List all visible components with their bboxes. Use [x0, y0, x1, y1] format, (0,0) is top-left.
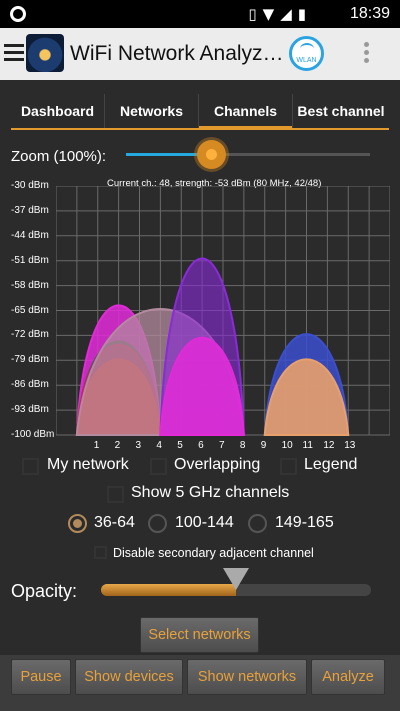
show-devices-button[interactable]: Show devices — [75, 659, 183, 695]
y-tick-label: -100 dBm — [11, 429, 55, 440]
x-tick-label: 9 — [260, 440, 267, 451]
app-bar: WiFi Network Analyz… WLAN — [0, 28, 400, 80]
opacity-slider-thumb[interactable] — [223, 568, 249, 590]
y-tick-label: -30 dBm — [11, 180, 49, 191]
show-5ghz-label: Show 5 GHz channels — [131, 484, 290, 501]
y-tick-label: -51 dBm — [11, 254, 49, 266]
menu-icon[interactable] — [4, 44, 24, 62]
range-36-64-radio[interactable] — [68, 514, 87, 533]
y-tick-label: -72 dBm — [11, 329, 49, 341]
channel-graph — [56, 186, 390, 436]
overlapping-label: Overlapping — [174, 456, 261, 473]
x-tick-label: 3 — [135, 440, 142, 451]
x-tick-label: 5 — [177, 440, 183, 451]
range-149-165-label: 149-165 — [275, 514, 334, 531]
x-tick-label: 7 — [219, 440, 225, 451]
x-tick-label: 10 — [281, 440, 293, 451]
range-149-165-radio[interactable] — [248, 514, 267, 533]
x-tick-label: 12 — [323, 440, 335, 451]
wifi-icon: ▼ — [262, 5, 281, 23]
signal-icon: ◢ — [280, 5, 298, 23]
tab-bar: Dashboard Networks Channels Best channel — [11, 94, 389, 130]
zoom-slider[interactable] — [126, 140, 370, 169]
app-title: WiFi Network Analyz… — [70, 42, 284, 65]
overflow-menu-icon[interactable] — [364, 42, 370, 66]
y-tick-label: -86 dBm — [11, 379, 49, 391]
tab-dashboard[interactable]: Dashboard — [11, 94, 105, 128]
x-tick-label: 11 — [302, 440, 313, 451]
y-tick-label: -93 dBm — [11, 404, 49, 416]
show-networks-button[interactable]: Show networks — [187, 659, 307, 695]
y-tick-label: -44 dBm — [11, 229, 49, 241]
pause-button[interactable]: Pause — [11, 659, 71, 695]
my-network-checkbox[interactable] — [22, 458, 39, 475]
range-36-64-label: 36-64 — [94, 514, 135, 531]
y-tick-label: -58 dBm — [11, 279, 49, 291]
legend-checkbox[interactable] — [280, 458, 297, 475]
clock: 18:39 — [349, 5, 390, 22]
tab-best-channel[interactable]: Best channel — [293, 94, 389, 128]
analyze-button[interactable]: Analyze — [311, 659, 385, 695]
status-icons: ▯▼◢▮ — [248, 5, 312, 23]
overlapping-checkbox[interactable] — [150, 458, 167, 475]
wlan-button[interactable]: WLAN — [289, 36, 324, 71]
disable-secondary-label: Disable secondary adjacent channel — [113, 546, 314, 560]
vibrate-icon: ▯ — [248, 5, 263, 23]
bottom-action-bar: Pause Show devices Show networks Analyze — [0, 655, 400, 711]
wlan-badge-label: WLAN — [296, 57, 317, 64]
range-100-144-label: 100-144 — [175, 514, 234, 531]
wifi-arcs-icon — [300, 43, 314, 55]
disable-secondary-checkbox[interactable] — [94, 546, 107, 559]
y-tick-label: -37 dBm — [11, 204, 49, 216]
tab-channels[interactable]: Channels — [199, 94, 293, 129]
range-100-144-radio[interactable] — [148, 514, 167, 533]
opacity-slider-fill — [101, 584, 236, 596]
x-tick-label: 4 — [156, 440, 162, 451]
tab-networks[interactable]: Networks — [105, 94, 199, 128]
y-tick-label: -79 dBm — [11, 354, 49, 366]
x-tick-label: 13 — [344, 440, 356, 451]
app-logo — [26, 34, 64, 72]
zoom-slider-thumb[interactable] — [197, 140, 227, 169]
status-bar: ▯▼◢▮ 18:39 — [0, 0, 400, 28]
notification-ring-icon — [10, 6, 26, 22]
opacity-label: Opacity: — [11, 581, 78, 601]
battery-icon: ▮ — [297, 5, 312, 23]
select-networks-button[interactable]: Select networks — [140, 617, 259, 653]
show-5ghz-checkbox[interactable] — [107, 486, 124, 503]
x-tick-label: 6 — [198, 440, 204, 451]
legend-label: Legend — [304, 456, 358, 473]
zoom-label: Zoom (100%): — [11, 148, 107, 165]
my-network-label: My network — [47, 456, 129, 473]
x-tick-label: 2 — [114, 440, 121, 451]
x-tick-label: 8 — [239, 440, 246, 451]
y-tick-label: -65 dBm — [11, 304, 49, 316]
x-tick-label: 1 — [93, 440, 100, 451]
